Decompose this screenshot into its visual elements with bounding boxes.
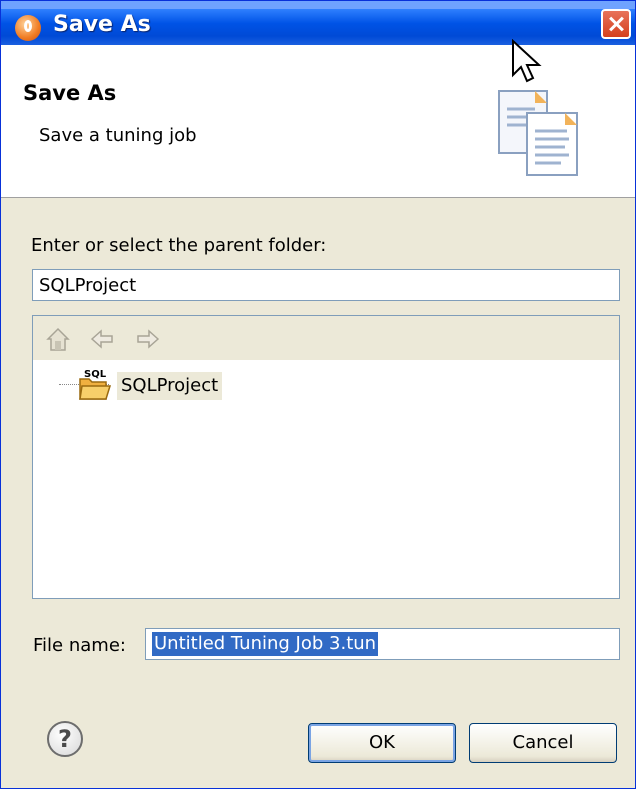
svg-text:SQL: SQL [84, 369, 107, 380]
page-subtitle: Save a tuning job [39, 125, 197, 146]
forward-arrow-icon[interactable] [135, 326, 161, 352]
folder-tree[interactable]: SQL SQLProject [32, 315, 620, 599]
window-title: Save As [53, 12, 151, 37]
file-name-input[interactable]: Untitled Tuning Job 3.tun [145, 628, 620, 660]
home-icon[interactable] [45, 326, 71, 352]
back-arrow-icon[interactable] [89, 326, 115, 352]
help-button[interactable]: ? [47, 721, 83, 757]
tree-item-sqlproject[interactable]: SQL SQLProject [33, 368, 333, 402]
file-name-value[interactable]: Untitled Tuning Job 3.tun [152, 632, 379, 656]
tree-toolbar [33, 316, 619, 360]
ok-button[interactable]: OK [308, 723, 456, 763]
page-title: Save As [23, 81, 117, 105]
documents-icon [498, 90, 578, 176]
cancel-button[interactable]: Cancel [469, 723, 617, 763]
parent-folder-input[interactable] [32, 269, 620, 301]
tree-item-label[interactable]: SQLProject [117, 372, 223, 400]
file-name-label: File name: [33, 635, 126, 656]
close-button[interactable] [601, 9, 631, 39]
mouse-cursor-icon [512, 39, 542, 83]
parent-folder-label: Enter or select the parent folder: [31, 235, 327, 256]
sql-folder-icon: SQL [79, 369, 112, 400]
app-icon [15, 15, 41, 41]
save-as-dialog: Save As Save As Save a tuning job Enter … [0, 0, 636, 789]
